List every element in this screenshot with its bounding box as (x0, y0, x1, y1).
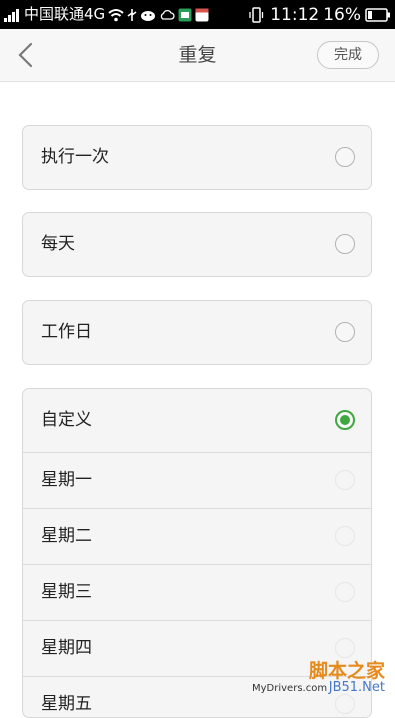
option-label: 自定义 (41, 410, 92, 430)
option-custom[interactable]: 自定义 (23, 389, 371, 452)
day-row-monday[interactable]: 星期一 (23, 452, 371, 508)
watermark-url: JB51.Net (328, 680, 385, 695)
vibrate-icon (249, 6, 264, 23)
option-label: 工作日 (41, 322, 92, 342)
option-weekdays[interactable]: 工作日 (23, 301, 371, 364)
day-row-tuesday[interactable]: 星期二 (23, 508, 371, 564)
radio-button[interactable] (335, 234, 355, 254)
day-checkbox[interactable] (335, 694, 355, 714)
day-label: 星期三 (41, 582, 92, 602)
day-checkbox[interactable] (335, 638, 355, 658)
day-checkbox[interactable] (335, 526, 355, 546)
option-card-weekdays: 工作日 (22, 300, 372, 365)
watermark-site: MyDrivers.com (252, 683, 328, 694)
option-card-once: 执行一次 (22, 125, 372, 190)
radio-button[interactable] (335, 322, 355, 342)
title-bar: 重复 完成 (0, 29, 395, 82)
battery-icon (365, 7, 390, 22)
app-notification-icon (178, 8, 192, 21)
back-button[interactable] (14, 41, 38, 69)
radio-button[interactable] (335, 147, 355, 167)
notification-app-icon (141, 10, 156, 21)
status-bar: 中国联通4G 11:12 16% (0, 0, 395, 29)
done-button[interactable]: 完成 (317, 41, 379, 69)
wifi-icon (108, 8, 124, 21)
day-row-wednesday[interactable]: 星期三 (23, 564, 371, 620)
cloud-icon (160, 9, 175, 20)
option-daily[interactable]: 每天 (23, 213, 371, 276)
battery-percentage: 16% (323, 4, 361, 25)
option-card-daily: 每天 (22, 212, 372, 277)
status-right: 11:12 16% (248, 0, 391, 29)
day-label: 星期二 (41, 526, 92, 546)
day-label: 星期五 (41, 694, 92, 714)
day-label: 星期四 (41, 638, 92, 658)
radio-button-selected[interactable] (335, 410, 355, 430)
calendar-notification-icon (195, 8, 209, 21)
option-once[interactable]: 执行一次 (23, 126, 371, 189)
option-label: 每天 (41, 234, 75, 254)
watermark-logo: 脚本之家 (308, 660, 385, 682)
signal-icon (4, 8, 19, 22)
clock: 11:12 (270, 4, 320, 25)
day-checkbox[interactable] (335, 470, 355, 490)
status-left: 中国联通4G (4, 0, 209, 29)
carrier-label: 中国联通4G (24, 5, 106, 23)
back-arrow-icon (18, 42, 33, 68)
usb-icon (127, 8, 137, 21)
option-label: 执行一次 (41, 147, 109, 167)
day-label: 星期一 (41, 470, 92, 490)
day-checkbox[interactable] (335, 582, 355, 602)
